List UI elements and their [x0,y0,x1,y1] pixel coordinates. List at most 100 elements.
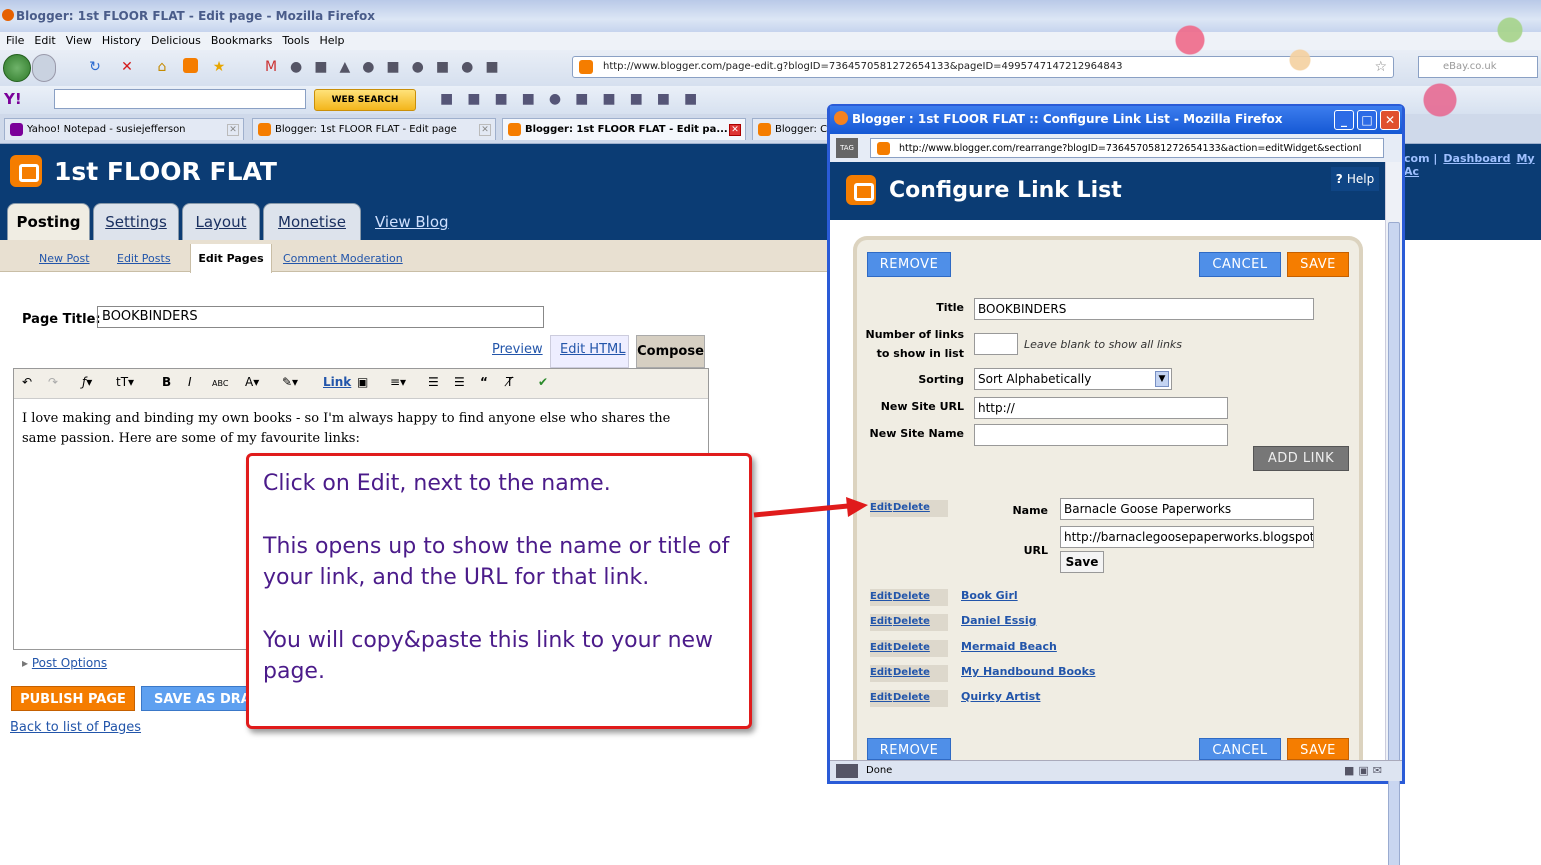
close-tab-icon[interactable]: ✕ [479,124,491,136]
save-link-button[interactable]: Save [1060,551,1104,573]
undo-icon[interactable]: ↶ [22,375,32,389]
remove-format-icon[interactable]: T̸ [506,375,513,389]
edit-link[interactable]: Edit [870,502,892,513]
italic-icon[interactable]: I [188,375,192,389]
name-input[interactable]: Barnacle Goose Paperworks [1060,498,1314,520]
tab-monetise[interactable]: Monetise [263,203,361,240]
image-icon[interactable]: ▣ [357,375,368,389]
bold-icon[interactable]: B [162,375,171,389]
tab-blogger-edit-1[interactable]: Blogger: 1st FLOOR FLAT - Edit page ✕ [252,118,496,140]
url-bar[interactable]: http://www.blogger.com/page-edit.g?blogI… [572,56,1394,78]
delete-link[interactable]: Delete [893,642,930,653]
new-name-input[interactable] [974,424,1228,446]
new-url-input[interactable]: http:// [974,397,1228,419]
menu-view[interactable]: View [62,32,96,50]
remove-button-bottom[interactable]: REMOVE [867,738,951,760]
tab-yahoo-notepad[interactable]: Yahoo! Notepad - susiejefferson ✕ [4,118,244,140]
link-name[interactable]: Mermaid Beach [961,640,1057,653]
cancel-button-bottom[interactable]: CANCEL [1199,738,1281,760]
align-icon[interactable]: ≡▾ [390,375,406,389]
compose-tab[interactable]: Compose [636,335,705,368]
home-icon[interactable]: ⌂ [153,58,171,76]
forward-button[interactable] [32,54,56,82]
yahoo-logo[interactable]: Y! [4,90,22,108]
page-title-input[interactable]: BOOKBINDERS [97,306,544,328]
link-name[interactable]: My Handbound Books [961,665,1095,678]
spellcheck-icon[interactable]: ✔ [538,375,548,389]
remove-button-top[interactable]: REMOVE [867,252,951,277]
close-tab-icon[interactable]: ✕ [729,124,741,136]
gmail-icon[interactable]: M [262,58,280,76]
edit-link[interactable]: Edit [870,591,892,602]
edit-link[interactable]: Edit [870,692,892,703]
add-link-button[interactable]: ADD LINK [1253,446,1349,471]
text-color-icon[interactable]: A▾ [245,375,259,389]
link-name[interactable]: Daniel Essig [961,614,1036,627]
font-icon[interactable]: ƒ▾ [82,375,92,389]
popup-url-input[interactable]: http://www.blogger.com/rearrange?blogID=… [870,138,1384,158]
bookmark-star-icon[interactable]: ☆ [1374,59,1387,75]
blogger-icon[interactable] [183,58,198,73]
stop-icon[interactable]: ✕ [118,58,136,76]
link-button[interactable]: Link [323,375,351,389]
yahoo-toolbar-icons[interactable]: ■■■■●■■■■■ [440,90,820,108]
delete-link[interactable]: Delete [893,502,930,513]
tab-blogger-edit-2[interactable]: Blogger: 1st FLOOR FLAT - Edit pa... ✕ [502,118,746,140]
font-size-icon[interactable]: tT▾ [116,375,134,389]
menu-tools[interactable]: Tools [278,32,313,50]
delete-link[interactable]: Delete [893,692,930,703]
menu-edit[interactable]: Edit [30,32,59,50]
quote-icon[interactable]: “ [480,375,488,389]
tab-settings[interactable]: Settings [93,203,179,240]
edit-link[interactable]: Edit [870,667,892,678]
post-options-toggle[interactable]: ▸ Post Options [22,656,107,670]
close-tab-icon[interactable]: ✕ [227,124,239,136]
title-input[interactable]: BOOKBINDERS [974,298,1314,320]
editor-content[interactable]: I love making and binding my own books -… [22,409,692,449]
save-button-bottom[interactable]: SAVE [1287,738,1349,760]
tag-icon[interactable]: TAG [836,138,858,158]
comment-moderation-link[interactable]: Comment Moderation [283,252,403,265]
strikethrough-icon[interactable]: ABC [212,379,228,388]
tab-posting[interactable]: Posting [7,203,90,240]
cancel-button-top[interactable]: CANCEL [1199,252,1281,277]
redo-icon[interactable]: ↷ [48,375,58,389]
yahoo-search-input[interactable] [54,89,306,109]
edit-html-link[interactable]: Edit HTML [560,342,625,357]
minimize-button[interactable]: _ [1334,110,1354,130]
menu-history[interactable]: History [98,32,145,50]
preview-link[interactable]: Preview [492,342,543,357]
num-links-input[interactable] [974,333,1018,355]
sorting-select[interactable]: Sort Alphabetically ▼ [974,368,1172,390]
toolbar-icons[interactable]: ●■▲●■●■●■ [290,58,560,76]
menu-file[interactable]: File [2,32,28,50]
new-post-link[interactable]: New Post [39,252,90,265]
dashboard-link[interactable]: Dashboard [1443,152,1510,165]
delete-link[interactable]: Delete [893,591,930,602]
back-to-pages-link[interactable]: Back to list of Pages [10,720,141,735]
save-button-top[interactable]: SAVE [1287,252,1349,277]
help-link[interactable]: ? Help [1331,167,1379,191]
edit-link[interactable]: Edit [870,616,892,627]
reload-icon[interactable]: ↻ [86,58,104,76]
blogger-logo-icon[interactable] [10,155,42,187]
link-name[interactable]: Book Girl [961,589,1018,602]
link-name[interactable]: Quirky Artist [961,690,1040,703]
menu-delicious[interactable]: Delicious [147,32,205,50]
web-search-button[interactable]: WEB SEARCH [314,89,416,111]
edit-posts-link[interactable]: Edit Posts [117,252,171,265]
bullet-list-icon[interactable]: ☰ [454,375,465,389]
popup-scrollbar[interactable] [1385,162,1402,865]
bookmark-star-icon[interactable]: ★ [210,58,228,76]
edit-pages-tab[interactable]: Edit Pages [190,244,272,273]
maximize-button[interactable]: □ [1357,110,1377,130]
edit-link[interactable]: Edit [870,642,892,653]
numbered-list-icon[interactable]: ☰ [428,375,439,389]
tab-layout[interactable]: Layout [182,203,260,240]
menu-help[interactable]: Help [315,32,348,50]
search-bar[interactable]: eBay.co.uk [1418,56,1538,78]
tab-blogger-c[interactable]: Blogger: C [752,118,832,140]
menu-bookmarks[interactable]: Bookmarks [207,32,276,50]
delete-link[interactable]: Delete [893,667,930,678]
close-button[interactable]: ✕ [1380,110,1400,130]
